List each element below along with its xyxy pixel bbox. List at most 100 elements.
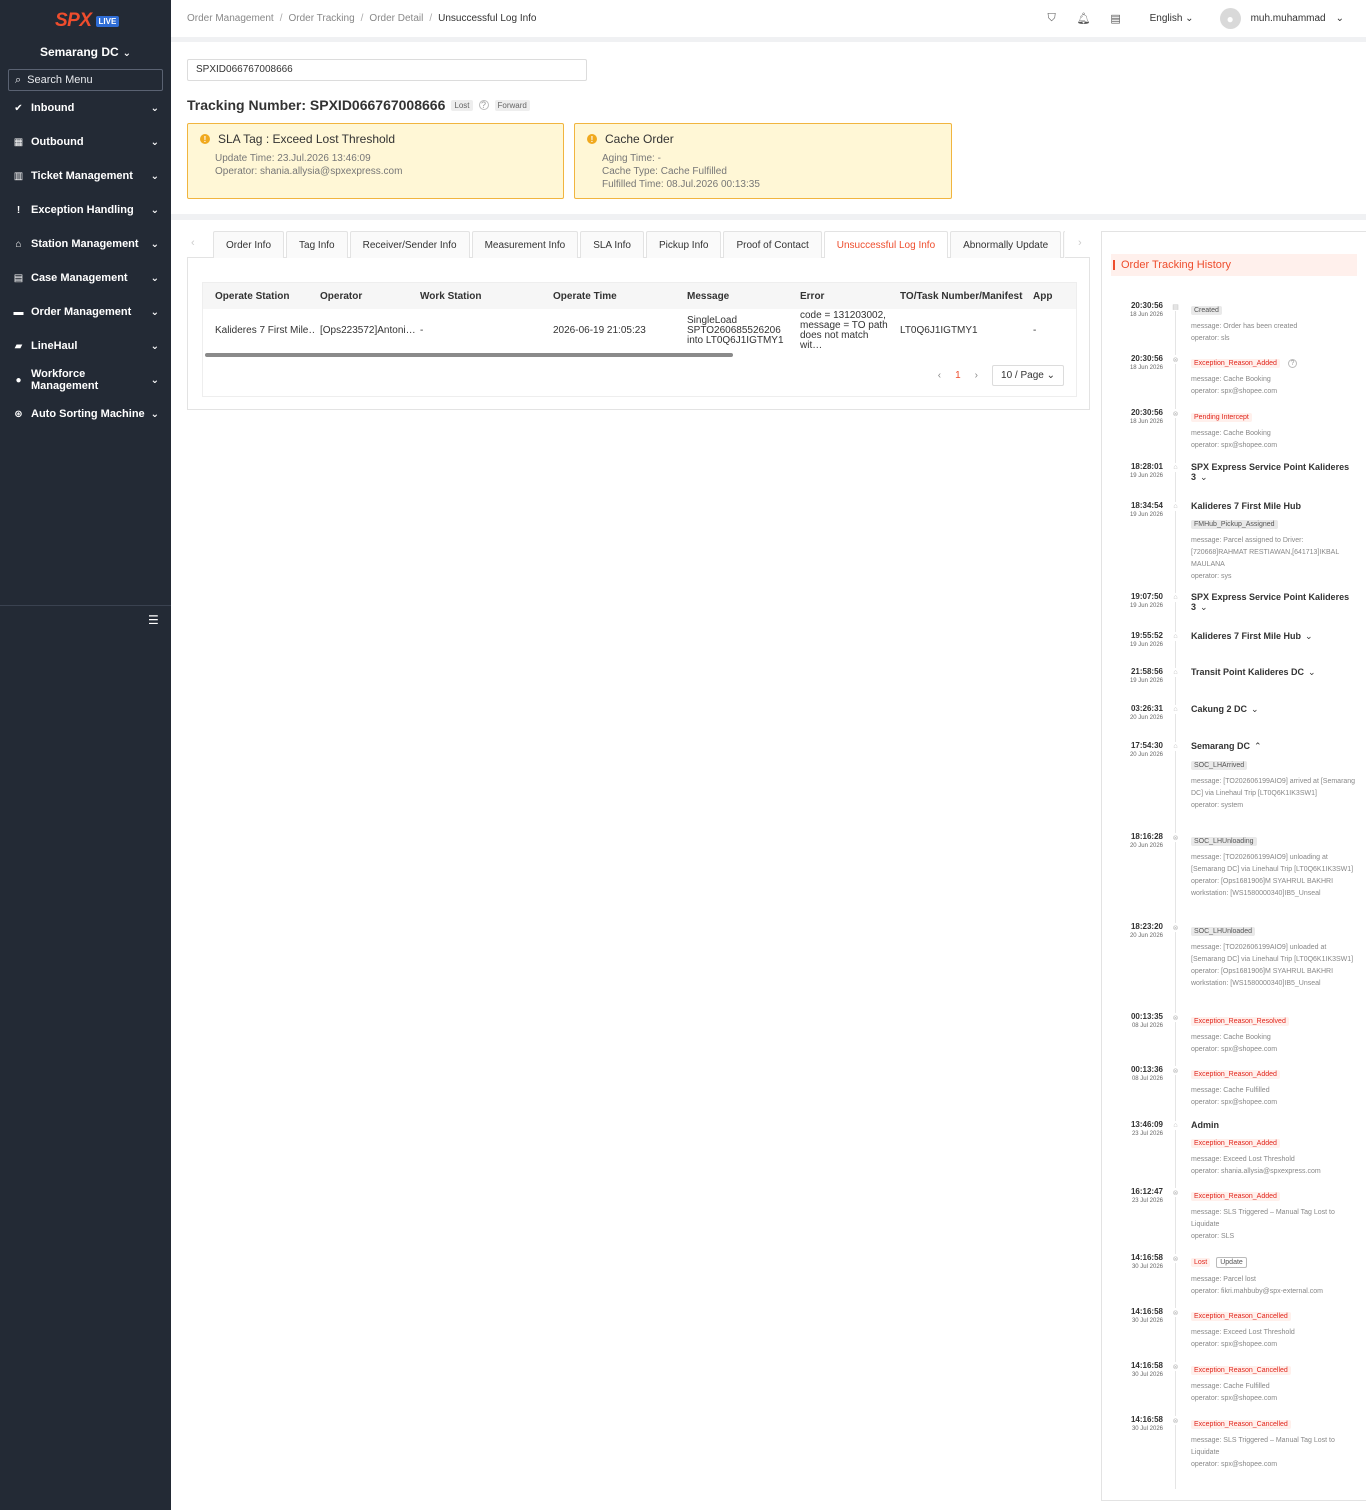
tab-sla-info[interactable]: SLA Info <box>580 231 644 258</box>
event-location[interactable]: Transit Point Kalideres DC ⌄ <box>1191 667 1359 678</box>
sidebar-item-linehaul[interactable]: ▰ LineHaul ⌄ <box>0 329 171 363</box>
event-detail: operator: spx@shopee.com <box>1191 1341 1278 1348</box>
event-body: Kalideres 7 First Mile Hub FMHub_Pickup_A… <box>1191 501 1359 583</box>
sidebar-item-label: Auto Sorting Machine <box>31 408 145 420</box>
sidebar-item-exception-handling[interactable]: ! Exception Handling ⌄ <box>0 193 171 227</box>
status-badge: Exception_Reason_Added <box>1191 359 1280 368</box>
sidebar-item-order-management[interactable]: ▬ Order Management ⌄ <box>0 295 171 329</box>
event-location[interactable]: Semarang DC ⌃ <box>1191 741 1359 752</box>
location-icon: ⌂ <box>1171 502 1180 511</box>
event-location-label: Kalideres 7 First Mile Hub <box>1191 631 1302 641</box>
event-detail: operator: spx@shopee.com <box>1191 1461 1278 1468</box>
event-date: 19 Jun 2026 <box>1129 678 1163 684</box>
tab-abnormally-update[interactable]: Abnormally Update <box>950 231 1062 258</box>
event-detail: operator: spx@shopee.com <box>1191 1046 1278 1053</box>
help-icon[interactable]: ? <box>478 100 489 110</box>
sidebar-item-ticket-management[interactable]: ▥ Ticket Management ⌄ <box>0 159 171 193</box>
event-time: 14:16:58 <box>1130 1415 1163 1424</box>
search-menu-input[interactable]: ⌕ Search Menu <box>8 69 163 91</box>
prev-page-icon[interactable]: ‹ <box>938 370 941 381</box>
event-body: Exception_Reason_Cancelled message: Cache… <box>1191 1361 1359 1405</box>
event-location[interactable]: SPX Express Service Point Kalideres 3 ⌄ <box>1191 592 1359 613</box>
event-date: 19 Jun 2026 <box>1129 603 1163 609</box>
chevron-down-icon: ⌄ <box>150 408 159 420</box>
status-badge: FMHub_Pickup_Assigned <box>1191 520 1278 529</box>
event-time: 19:07:50 <box>1130 592 1163 601</box>
tab-measurement-info[interactable]: Measurement Info <box>471 231 579 258</box>
collapse-menu-icon[interactable]: ☰ <box>148 613 159 627</box>
event-date: 19 Jun 2026 <box>1129 473 1163 479</box>
shield-icon[interactable]: ⛉ <box>1036 12 1068 25</box>
home-icon: ⌂ <box>15 238 22 250</box>
chevron-down-icon[interactable]: ⌄ <box>1305 631 1313 641</box>
top-bar: Order Management / Order Tracking / Orde… <box>171 0 1366 37</box>
event-detail: operator: shania.allysia@spxexpress.com <box>1191 1168 1321 1175</box>
table-cell: - <box>420 325 424 336</box>
alert-title: Cache Order <box>605 132 674 146</box>
location-icon: ⌂ <box>1171 632 1180 641</box>
search-icon: ⌕ <box>15 73 22 86</box>
event-time: 03:26:31 <box>1130 704 1163 713</box>
chevron-down-icon[interactable]: ⌄ <box>1308 667 1316 677</box>
event-detail: message: Parcel lost <box>1191 1276 1256 1283</box>
event-location-label: Transit Point Kalideres DC <box>1191 667 1305 677</box>
chevron-down-icon: ⌄ <box>150 306 159 318</box>
chevron-down-icon[interactable]: ⌄ <box>1251 704 1259 714</box>
tab-unsuccessful-log-info[interactable]: Unsuccessful Log Info <box>823 231 949 258</box>
chevron-left-icon[interactable]: ‹ <box>191 237 195 249</box>
tab-tag-info[interactable]: Tag Info <box>286 231 348 258</box>
event-detail: operator: [Ops1681906]M SYAHRUL BAKHRI <box>1191 878 1334 885</box>
avatar[interactable]: ● <box>1219 8 1241 29</box>
next-page-icon[interactable]: › <box>975 370 978 381</box>
breadcrumb-order-tracking[interactable]: Order Tracking <box>289 13 355 24</box>
event-date: 19 Jun 2026 <box>1129 642 1163 648</box>
username[interactable]: muh.muhammad <box>1251 13 1326 24</box>
bell-icon[interactable]: 🔔︎ <box>1068 12 1100 25</box>
breadcrumb-order-management[interactable]: Order Management <box>187 13 274 24</box>
event-detail: message: Cache Fulfilled <box>1191 1087 1270 1094</box>
event-date: 23 Jul 2026 <box>1131 1131 1163 1137</box>
sidebar-item-station-management[interactable]: ⌂ Station Management ⌄ <box>0 227 171 261</box>
event-time: 20:30:56 <box>1130 354 1163 363</box>
clipboard-icon[interactable]: ▤ <box>1100 12 1132 25</box>
sidebar-item-case-management[interactable]: ▤ Case Management ⌄ <box>0 261 171 295</box>
event-location[interactable]: Kalideres 7 First Mile Hub ⌄ <box>1191 631 1359 642</box>
ticket-icon: ▥ <box>13 170 24 182</box>
sidebar-item-inbound[interactable]: ✔ Inbound ⌄ <box>0 91 171 125</box>
station-selector[interactable]: Semarang DC ⌄ <box>0 45 171 59</box>
event-body: Kalideres 7 First Mile Hub ⌄ <box>1191 631 1359 646</box>
tab-receiver-sender-info[interactable]: Receiver/Sender Info <box>349 231 470 258</box>
breadcrumb-order-detail[interactable]: Order Detail <box>369 13 423 24</box>
tracking-number-input[interactable]: SPXID066767008666 <box>187 59 587 81</box>
event-location[interactable]: SPX Express Service Point Kalideres 3 ⌄ <box>1191 462 1359 483</box>
tab-ticket-log[interactable]: Ticket Log <box>1063 231 1065 258</box>
horizontal-scrollbar[interactable] <box>205 353 733 357</box>
chevron-down-icon: ⌄ <box>150 374 159 386</box>
status-badge: Exception_Reason_Cancelled <box>1191 1420 1291 1429</box>
tab-order-info[interactable]: Order Info <box>213 231 285 258</box>
chevron-down-icon[interactable]: ⌄ <box>1200 602 1208 612</box>
warning-icon: ! <box>200 134 210 144</box>
page-size-select[interactable]: 10 / Page ⌄ <box>992 365 1064 386</box>
event-location[interactable]: Cakung 2 DC ⌄ <box>1191 704 1359 715</box>
sidebar-item-auto-sorting-machine[interactable]: ⊛ Auto Sorting Machine ⌄ <box>0 397 171 431</box>
chevron-down-icon: ⌄ <box>150 204 159 216</box>
chevron-up-icon[interactable]: ⌃ <box>1254 741 1262 751</box>
language-selector[interactable]: English ⌄ <box>1150 13 1194 24</box>
status-icon: ⊗ <box>1171 409 1180 418</box>
chevron-right-icon[interactable]: › <box>1078 237 1082 249</box>
sidebar-item-workforce-management[interactable]: ● Workforce Management ⌄ <box>0 363 171 397</box>
event-detail: message: Exceed Lost Threshold <box>1191 1156 1295 1163</box>
tab-pickup-info[interactable]: Pickup Info <box>646 231 722 258</box>
event-body: SOC_LHUnloaded message: [TO202606199AIO9]… <box>1191 922 1359 990</box>
chevron-down-icon[interactable]: ⌄ <box>1200 472 1208 482</box>
column-header: Operator <box>320 290 363 302</box>
table-row: Kalideres 7 First Mile… [Ops223572]Antoni… <box>203 309 1076 352</box>
tab-proof-of-contact[interactable]: Proof of Contact <box>723 231 822 258</box>
chevron-down-icon[interactable]: ⌄ <box>1336 13 1344 24</box>
sidebar-item-outbound[interactable]: ▦ Outbound ⌄ <box>0 125 171 159</box>
page-number[interactable]: 1 <box>955 370 961 381</box>
spx-logo[interactable]: SPX LIVE <box>55 10 120 32</box>
update-button[interactable]: Update <box>1216 1257 1247 1268</box>
help-icon[interactable]: ? <box>1287 359 1297 368</box>
